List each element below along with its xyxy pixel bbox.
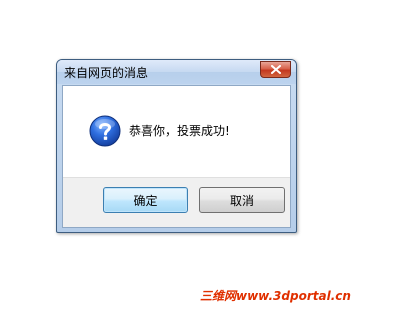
close-icon [271,65,281,74]
ok-button[interactable]: 确定 [103,187,188,213]
cancel-button[interactable]: 取消 [199,187,285,213]
watermark-text: 三维网www.3dportal.cn [200,289,351,303]
dialog-title: 来自网页的消息 [64,66,149,80]
page: 来自网页的消息 恭喜你，投票成功! 确定 取消 三维网www.3dportal.… [0,0,418,310]
dialog-client: 恭喜你，投票成功! 确定 取消 [62,85,291,228]
close-button[interactable] [260,61,291,78]
dialog-content: 恭喜你，投票成功! [63,86,290,177]
dialog-titlebar[interactable]: 来自网页的消息 [57,60,296,84]
question-icon [89,115,121,147]
message-dialog: 来自网页的消息 恭喜你，投票成功! 确定 取消 [56,59,297,233]
dialog-message: 恭喜你，投票成功! [129,124,230,138]
